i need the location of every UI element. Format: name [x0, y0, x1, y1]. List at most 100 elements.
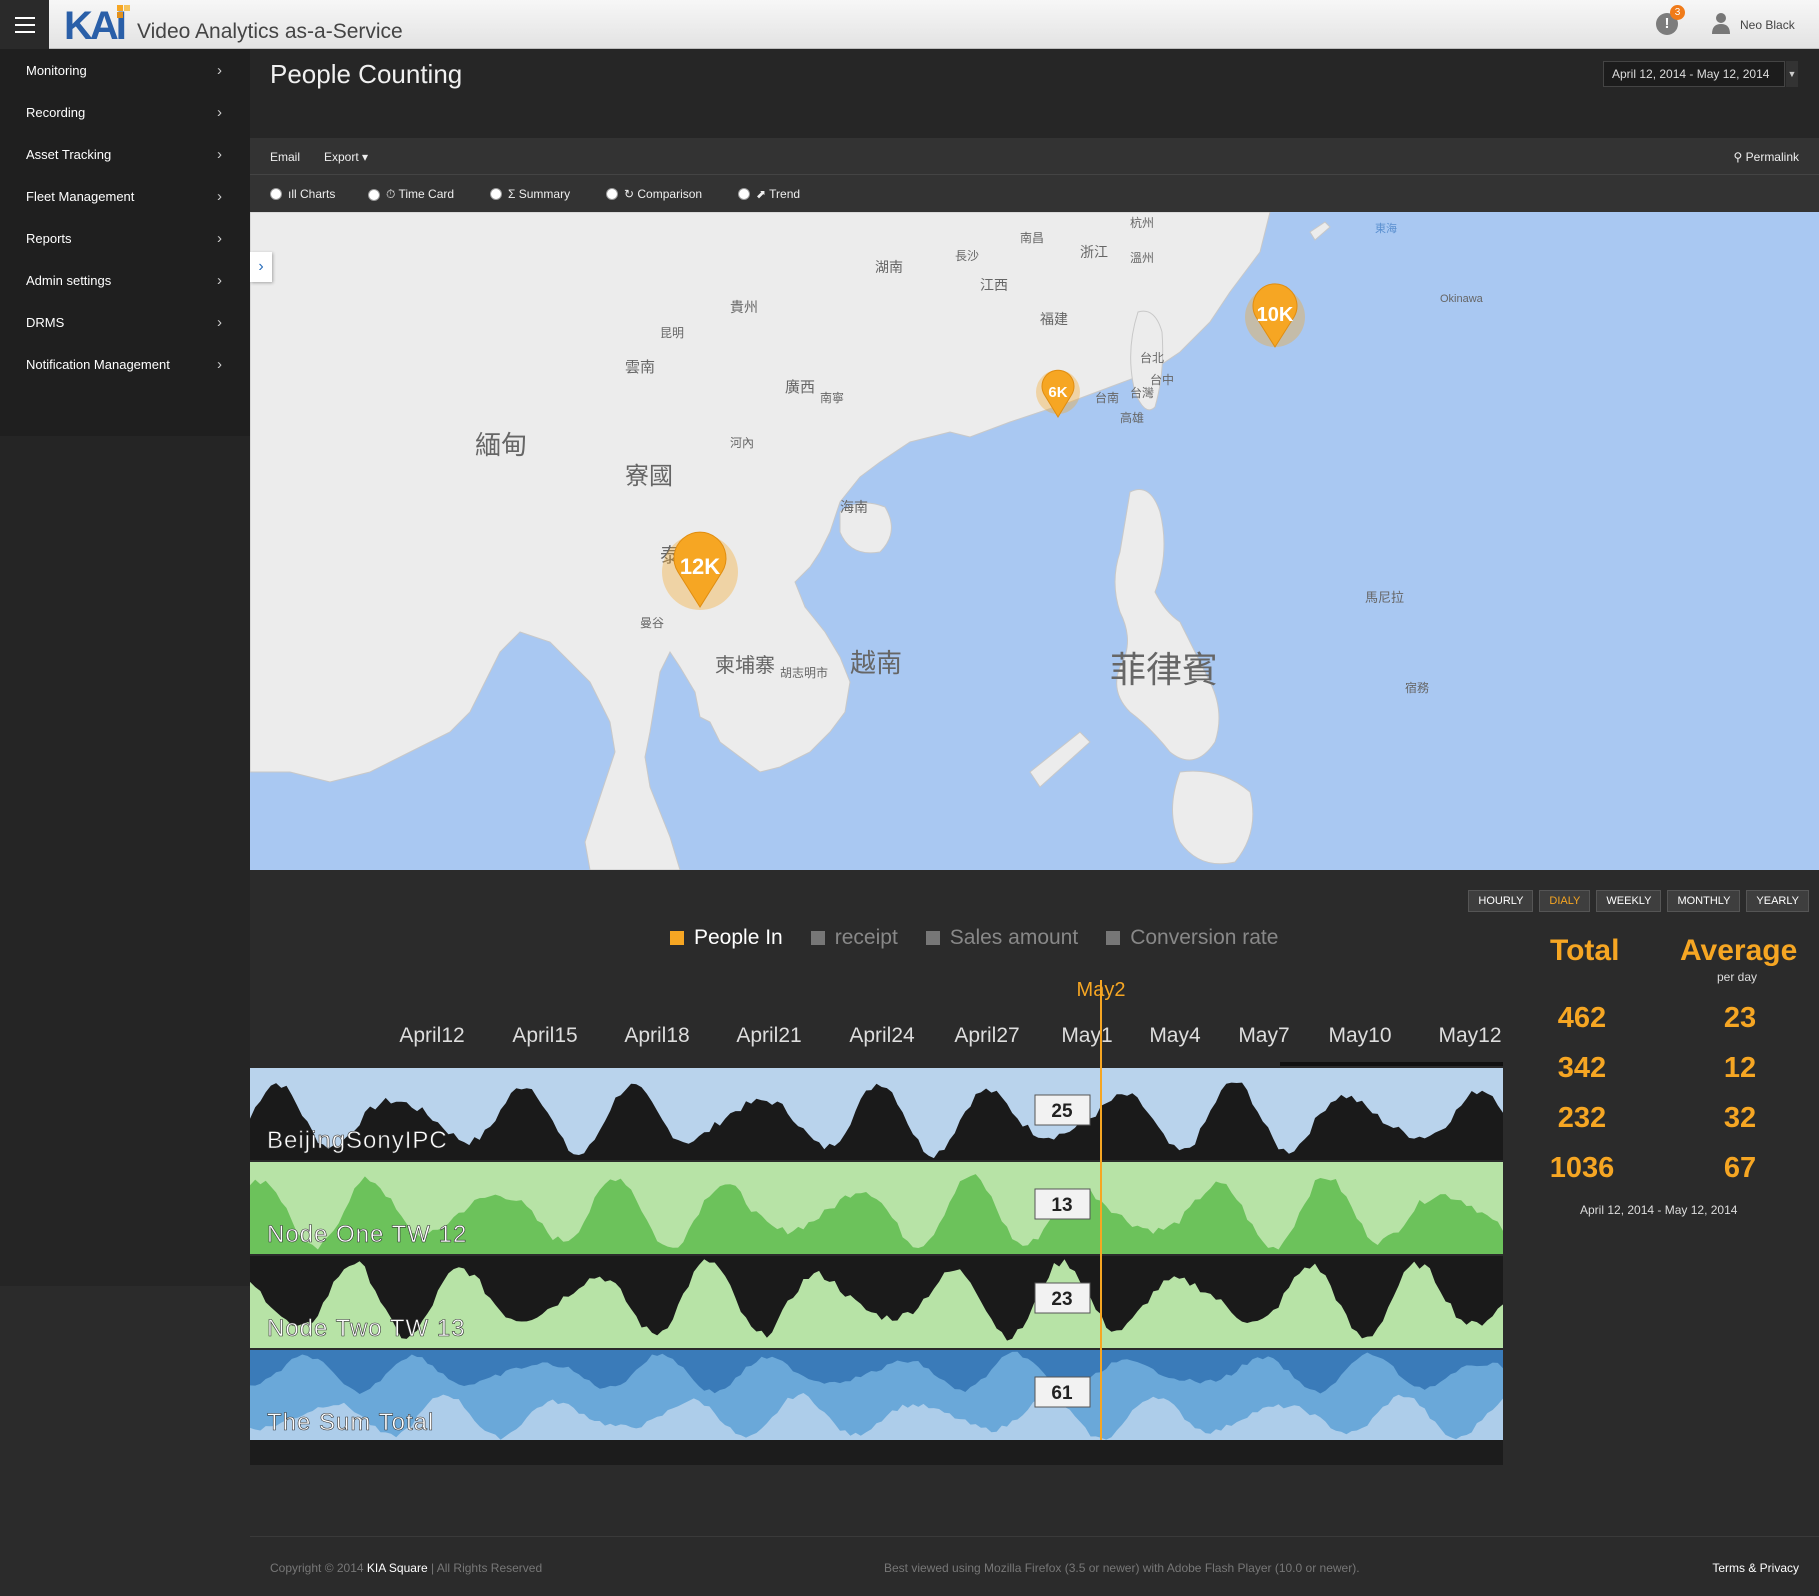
map-label: 柬埔寨 [715, 654, 775, 677]
copyright-text: Copyright © 2014 [270, 1561, 364, 1575]
cursor-value: 23 [1051, 1289, 1072, 1310]
kai-logo[interactable]: KAI [64, 4, 127, 49]
map-label: 高雄 [1120, 410, 1144, 425]
land-mass [250, 212, 1271, 870]
sidebar-item-label: DRMS [26, 314, 65, 330]
radio-icon [368, 188, 380, 201]
page-title: People Counting [270, 59, 463, 89]
x-tick-label: May1 [1061, 1024, 1112, 1047]
page-header: People Counting April 12, 2014 - May 12,… [250, 49, 1819, 138]
sidebar-fill [0, 436, 250, 1286]
total-value: 462 [1557, 1002, 1607, 1034]
sidebar-item-label: Admin settings [26, 272, 112, 288]
map-label: 東海 [1375, 221, 1397, 235]
top-bar: KAI Video Analytics as-a-Service ! 3 Neo… [0, 0, 1819, 49]
marker-label: 10K [1257, 304, 1294, 326]
daily-button[interactable]: DIALY [1539, 890, 1591, 912]
view-label: ⏱ Time Card [386, 187, 455, 201]
x-tick-label: April15 [512, 1024, 577, 1047]
sidebar-item-monitoring[interactable]: Monitoring › [0, 49, 250, 91]
user-icon[interactable] [1712, 12, 1730, 34]
average-value: 23 [1723, 1002, 1757, 1034]
map-label: 杭州 [1130, 215, 1154, 230]
view-charts-radio[interactable]: ıll Charts [270, 187, 335, 201]
map-label: 胡志明市 [780, 665, 828, 680]
view-summary-radio[interactable]: Σ Summary [490, 187, 570, 201]
map-label: 昆明 [660, 326, 684, 340]
total-value: 1036 [1549, 1152, 1615, 1184]
period-selector: HOURLY DIALY WEEKLY MONTHLY YEARLY [1468, 890, 1809, 912]
map-label: 宿務 [1405, 680, 1429, 695]
footer: Copyright © 2014 KIA Square | All Rights… [250, 1536, 1819, 1596]
map-canvas[interactable]: 緬甸 寮國 越南 菲律賓 海南 雲南 廣西 湖南 江西 浙江 福建 貴州 台灣 … [250, 212, 1819, 870]
logo-mark-icon [117, 5, 130, 18]
sidebar-item-fleet-management[interactable]: Fleet Management › [0, 175, 250, 217]
palawan-island [1029, 731, 1091, 788]
sidebar-item-drms[interactable]: DRMS › [0, 301, 250, 343]
user-name[interactable]: Neo Black [1740, 18, 1795, 32]
terms-link[interactable]: Terms & Privacy [1712, 1561, 1799, 1575]
marker-label: 6K [1048, 384, 1067, 401]
monthly-button[interactable]: MONTHLY [1667, 890, 1741, 912]
x-tick-label: April12 [399, 1024, 464, 1047]
chevron-right-icon: › [217, 145, 222, 163]
sidebar-item-notification-management[interactable]: Notification Management › [0, 343, 250, 385]
date-range-picker[interactable]: April 12, 2014 - May 12, 2014 [1603, 61, 1785, 87]
weekly-button[interactable]: WEEKLY [1596, 890, 1662, 912]
map-marker-10k[interactable]: 10K [1245, 283, 1305, 348]
view-trend-radio[interactable]: ⬈ Trend [738, 187, 800, 201]
map-label: 河內 [730, 436, 754, 450]
x-tick-label: May12 [1438, 1024, 1501, 1047]
area-chart[interactable]: April12 April15 April18 April21 April24 April… [250, 870, 1510, 1470]
view-label: Σ Summary [508, 187, 571, 201]
view-time-card-radio[interactable]: ⏱ Time Card [368, 187, 454, 202]
average-value: 67 [1723, 1152, 1757, 1184]
chevron-right-icon: › [217, 355, 222, 373]
chart-panel: HOURLY DIALY WEEKLY MONTHLY YEARLY Peopl… [250, 870, 1819, 1470]
mindanao-island [1172, 770, 1254, 865]
chevron-down-icon[interactable]: ▼ [1786, 61, 1798, 87]
series-label: Node One TW 12 [267, 1221, 467, 1248]
export-dropdown[interactable]: Export ▾ [324, 150, 368, 164]
map-label: 湖南 [875, 259, 903, 275]
sidebar-item-label: Monitoring [26, 62, 87, 78]
map-label: 越南 [850, 648, 902, 678]
browser-note: Best viewed using Mozilla Firefox (3.5 o… [884, 1561, 1360, 1575]
map-view[interactable]: 緬甸 寮國 越南 菲律賓 海南 雲南 廣西 湖南 江西 浙江 福建 貴州 台灣 … [250, 212, 1819, 870]
footer-copyright: Copyright © 2014 KIA Square | All Rights… [270, 1561, 542, 1575]
map-label: 南昌 [1020, 230, 1044, 245]
average-value: 32 [1723, 1102, 1757, 1134]
map-label: 曼谷 [640, 616, 664, 630]
philippines-islands [1114, 489, 1220, 761]
sidebar-item-asset-tracking[interactable]: Asset Tracking › [0, 133, 250, 175]
map-label: 台北 [1140, 350, 1164, 365]
view-comparison-radio[interactable]: ↻ Comparison [606, 187, 702, 201]
sidebar: Monitoring › Recording › Asset Tracking › F… [0, 49, 250, 1286]
chevron-right-icon: › [217, 103, 222, 121]
map-label: 長沙 [955, 249, 979, 263]
map-label: 廣西 [785, 379, 815, 396]
x-tick-label: April18 [624, 1024, 689, 1047]
menu-icon[interactable] [0, 0, 49, 49]
cursor-value: 25 [1051, 1101, 1073, 1122]
map-panel-toggle[interactable]: › [250, 252, 272, 282]
average-header: Average [1680, 934, 1798, 967]
sidebar-item-reports[interactable]: Reports › [0, 217, 250, 259]
sidebar-item-admin-settings[interactable]: Admin settings › [0, 259, 250, 301]
view-label: ıll Charts [288, 187, 336, 201]
map-label: 緬甸 [475, 430, 527, 460]
sidebar-item-recording[interactable]: Recording › [0, 91, 250, 133]
email-button[interactable]: Email [270, 150, 300, 164]
cursor-label: May2 [1077, 979, 1126, 1001]
company-link[interactable]: KIA Square [367, 1561, 428, 1575]
chevron-right-icon: › [217, 229, 222, 247]
sidebar-item-label: Asset Tracking [26, 146, 112, 162]
total-value: 342 [1557, 1052, 1607, 1084]
permalink-link[interactable]: ⚲ Permalink [1734, 150, 1799, 164]
x-tick-label: May4 [1149, 1024, 1201, 1047]
permalink-label: Permalink [1745, 150, 1799, 164]
view-options: ıll Charts ⏱ Time Card Σ Summary ↻ Compa… [250, 175, 1819, 212]
map-label: 台南 [1095, 390, 1119, 405]
yearly-button[interactable]: YEARLY [1746, 890, 1809, 912]
series-label: The Sum Total [267, 1409, 434, 1436]
